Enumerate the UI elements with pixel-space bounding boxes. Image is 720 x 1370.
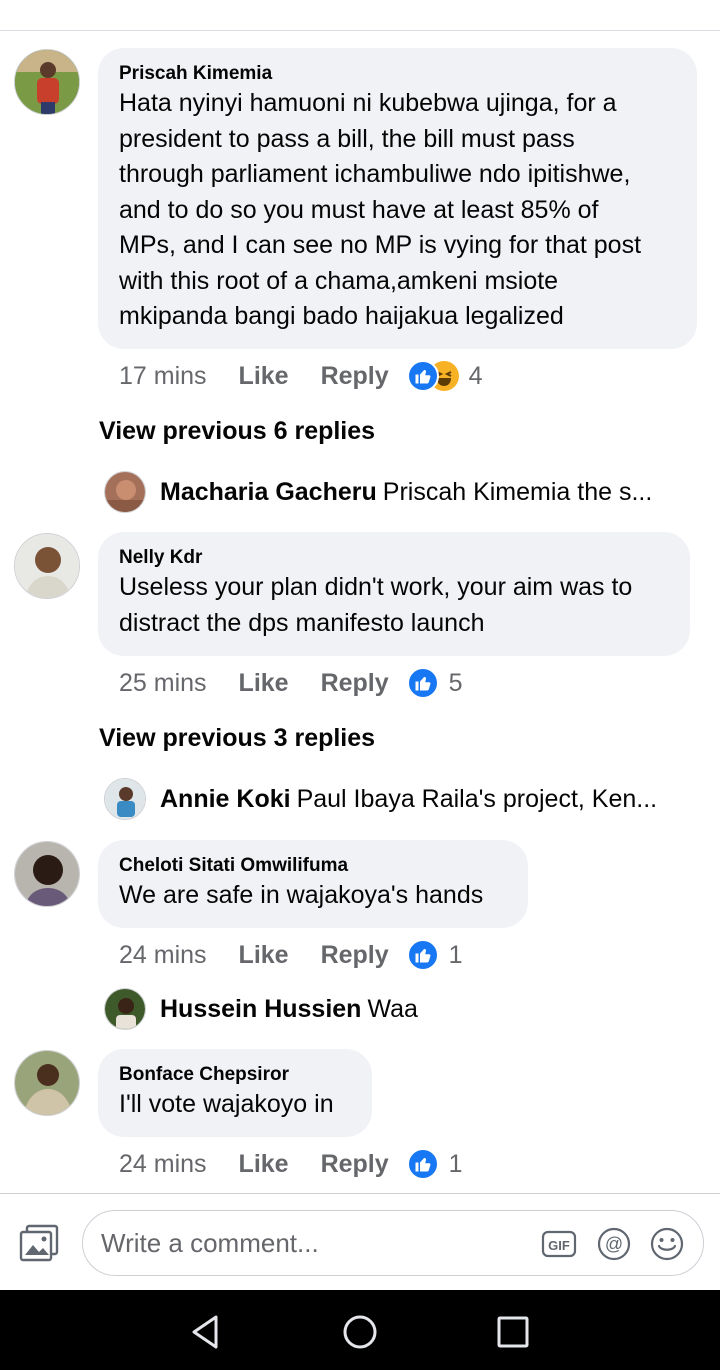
reply-text: Paul Ibaya Raila's project, Ken... xyxy=(296,785,658,813)
comment-time: 25 mins xyxy=(119,668,207,697)
avatar-photo xyxy=(15,842,79,906)
avatar[interactable] xyxy=(14,1050,80,1116)
svg-text:@: @ xyxy=(605,1234,623,1254)
system-navigation-bar xyxy=(0,1290,720,1370)
like-reaction-icon xyxy=(406,939,439,971)
back-icon[interactable] xyxy=(186,1312,226,1352)
reactions[interactable]: 1 xyxy=(406,939,463,971)
avatar[interactable] xyxy=(104,471,146,513)
comment-time: 17 mins xyxy=(119,361,207,390)
recents-icon[interactable] xyxy=(493,1312,533,1352)
avatar[interactable] xyxy=(104,778,146,820)
emoji-icon[interactable] xyxy=(649,1226,685,1262)
top-header-edge xyxy=(0,0,720,31)
like-button[interactable]: Like xyxy=(239,362,289,391)
reply-preview[interactable]: Hussein Hussien Waa xyxy=(160,995,418,1024)
avatar-photo xyxy=(15,50,79,114)
avatar[interactable] xyxy=(14,49,80,115)
avatar-photo xyxy=(15,1051,79,1115)
comment-meta: 24 mins Like Reply 1 xyxy=(119,1147,463,1181)
comment-text: I'll vote wajakoyo in xyxy=(119,1090,334,1118)
comment-meta: 17 mins Like Reply 4 xyxy=(119,359,483,393)
avatar[interactable] xyxy=(14,841,80,907)
reaction-count: 5 xyxy=(448,668,463,697)
comment-time: 24 mins xyxy=(119,1149,207,1178)
comment-text: We are safe in wajakoya's hands xyxy=(119,881,484,909)
reply-button[interactable]: Reply xyxy=(321,362,389,391)
comment-time: 24 mins xyxy=(119,940,207,969)
reply-button[interactable]: Reply xyxy=(321,1150,389,1179)
view-previous-replies[interactable]: View previous 6 replies xyxy=(99,417,375,446)
reaction-count: 4 xyxy=(468,361,483,390)
gif-icon[interactable]: GIF xyxy=(541,1226,577,1262)
comment-bubble: Bonface Chepsiror I'll vote wajakoyo in xyxy=(98,1049,372,1137)
reply-author: Hussein Hussien xyxy=(160,995,362,1023)
comment-meta: 25 mins Like Reply 5 xyxy=(119,666,463,700)
home-icon[interactable] xyxy=(340,1312,380,1352)
reply-author: Annie Koki xyxy=(160,785,291,813)
comment-input[interactable]: Write a comment... GIF @ xyxy=(82,1210,704,1276)
comment-placeholder: Write a comment... xyxy=(101,1228,319,1258)
reactions[interactable]: 1 xyxy=(406,1148,463,1180)
reply-author: Macharia Gacheru xyxy=(160,478,377,506)
comment-bubble: Cheloti Sitati Omwilifuma We are safe in… xyxy=(98,840,528,928)
comment-text: Hata nyinyi hamuoni ni kubebwa ujinga, f… xyxy=(119,89,642,330)
avatar[interactable] xyxy=(14,533,80,599)
avatar-photo xyxy=(15,534,79,598)
reply-button[interactable]: Reply xyxy=(321,941,389,970)
mention-icon[interactable]: @ xyxy=(596,1226,632,1262)
avatar-photo xyxy=(105,779,145,819)
reply-text: Priscah Kimemia the s... xyxy=(382,478,653,506)
svg-text:GIF: GIF xyxy=(548,1238,570,1253)
reactions[interactable]: 5 xyxy=(406,667,463,699)
like-button[interactable]: Like xyxy=(239,669,289,698)
avatar-photo xyxy=(105,989,145,1029)
like-reaction-icon xyxy=(406,667,439,699)
comment-meta: 24 mins Like Reply 1 xyxy=(119,938,463,972)
photo-icon[interactable] xyxy=(18,1224,62,1264)
reaction-count: 1 xyxy=(448,1149,463,1178)
like-reaction-icon xyxy=(406,1148,439,1180)
reply-preview[interactable]: Macharia Gacheru Priscah Kimemia the s... xyxy=(160,478,652,507)
reply-preview[interactable]: Annie Koki Paul Ibaya Raila's project, Ke… xyxy=(160,785,657,814)
comment-author[interactable]: Priscah Kimemia xyxy=(119,62,676,86)
avatar-photo xyxy=(105,472,145,512)
comment-composer: Write a comment... GIF @ xyxy=(0,1193,720,1291)
reactions[interactable]: 4 xyxy=(406,360,483,392)
reply-text: Waa xyxy=(367,995,418,1023)
comment-bubble: Nelly Kdr Useless your plan didn't work,… xyxy=(98,532,690,656)
like-button[interactable]: Like xyxy=(239,941,289,970)
reply-button[interactable]: Reply xyxy=(321,669,389,698)
comment-author[interactable]: Nelly Kdr xyxy=(119,546,669,570)
like-reaction-icon xyxy=(406,360,439,392)
comment-author[interactable]: Cheloti Sitati Omwilifuma xyxy=(119,854,507,878)
reaction-count: 1 xyxy=(448,940,463,969)
comment-text: Useless your plan didn't work, your aim … xyxy=(119,573,633,637)
like-button[interactable]: Like xyxy=(239,1150,289,1179)
avatar[interactable] xyxy=(104,988,146,1030)
comment-author[interactable]: Bonface Chepsiror xyxy=(119,1063,351,1087)
comment-bubble: Priscah Kimemia Hata nyinyi hamuoni ni k… xyxy=(98,48,697,349)
view-previous-replies[interactable]: View previous 3 replies xyxy=(99,724,375,753)
